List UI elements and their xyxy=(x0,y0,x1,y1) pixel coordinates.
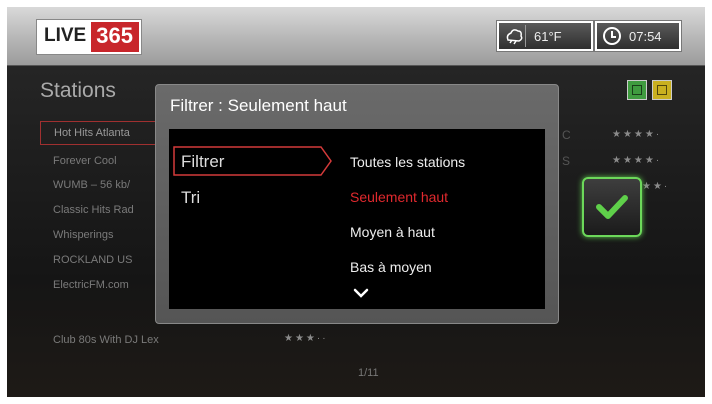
rating-stars: ★★· xyxy=(642,181,670,192)
green-button-icon[interactable] xyxy=(627,80,647,100)
weather-status: 61°F xyxy=(497,21,593,51)
dialog-title: Filtrer : Seulement haut xyxy=(170,96,347,115)
top-bar: LIVE 365 61°F 07:54 xyxy=(7,7,705,66)
temperature-text: 61°F xyxy=(534,28,562,44)
partial-station-text: C xyxy=(562,128,571,142)
weather-icon xyxy=(503,25,526,47)
page-indicator: 1/11 xyxy=(358,367,379,379)
menu-item-filtrer[interactable]: Filtrer xyxy=(181,152,224,172)
station-name: ElectricFM.com xyxy=(53,279,129,291)
rating-stars: ★★★·· xyxy=(284,333,328,344)
station-row[interactable]: Club 80s With DJ Lex xyxy=(40,328,263,352)
station-name: Hot Hits Atlanta xyxy=(54,127,130,139)
option-seulement-haut[interactable]: Seulement haut xyxy=(350,189,448,205)
option-moyen-a-haut[interactable]: Moyen à haut xyxy=(350,224,435,240)
app-logo: LIVE 365 xyxy=(37,20,141,54)
clock-status: 07:54 xyxy=(595,21,681,51)
option-bas-a-moyen[interactable]: Bas à moyen xyxy=(350,259,432,275)
station-name: ROCKLAND US xyxy=(53,254,133,266)
time-text: 07:54 xyxy=(629,28,662,44)
dialog-content: Filtrer Tri Toutes les stations Seulemen… xyxy=(169,129,545,309)
yellow-button-icon[interactable] xyxy=(652,80,672,100)
logo-live-text: LIVE xyxy=(39,22,92,52)
clock-icon xyxy=(603,27,621,45)
filter-dialog: Filtrer : Seulement haut Filtrer Tri Tou… xyxy=(155,84,559,324)
station-name: Whisperings xyxy=(53,229,114,241)
confirm-button[interactable] xyxy=(582,177,642,237)
rating-stars: ★★★★· xyxy=(612,129,662,140)
logo-number-text: 365 xyxy=(91,22,139,52)
option-toutes-les-stations[interactable]: Toutes les stations xyxy=(350,154,465,170)
check-icon xyxy=(596,195,628,219)
station-name: Club 80s With DJ Lex xyxy=(53,334,159,346)
tv-screen: LIVE 365 61°F 07:54 Stations Hot Hits At… xyxy=(7,7,705,397)
station-name: WUMB – 56 kb/ xyxy=(53,179,131,191)
menu-item-tri[interactable]: Tri xyxy=(181,188,200,208)
partial-station-text: S xyxy=(562,154,571,168)
page-title: Stations xyxy=(40,79,116,102)
station-name: Classic Hits Rad xyxy=(53,204,134,216)
chevron-down-icon[interactable] xyxy=(353,287,369,299)
station-name: Forever Cool xyxy=(53,155,117,167)
rating-stars: ★★★★· xyxy=(612,155,662,166)
